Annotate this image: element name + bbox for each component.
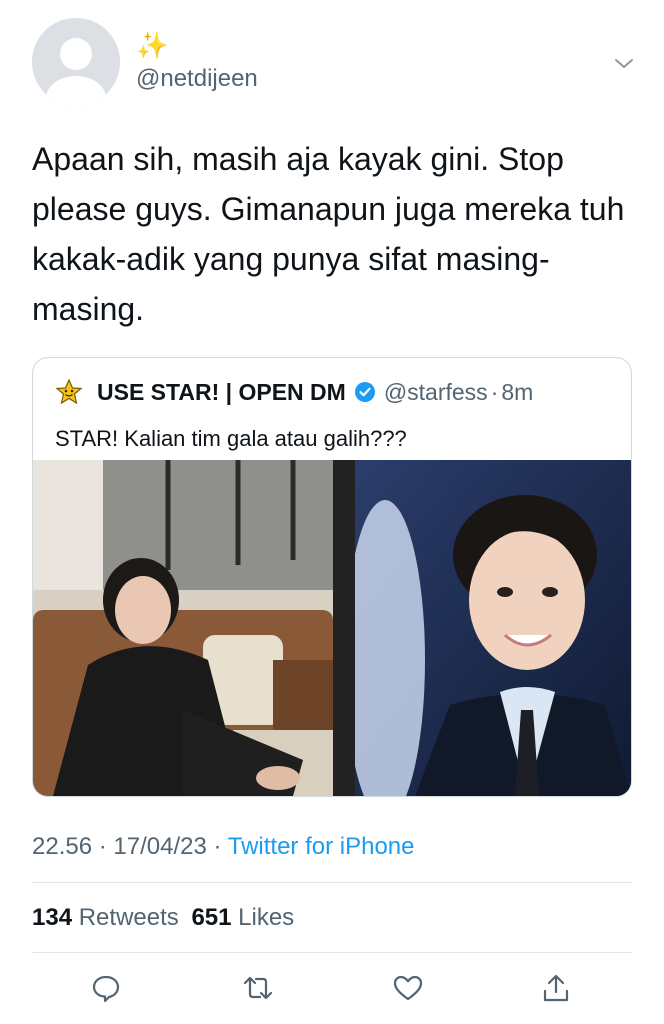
retweet-icon[interactable]	[242, 972, 274, 1004]
meta-separator: ·	[213, 833, 228, 860]
tweet-timestamp: 22.56 · 17/04/23 · Twitter for iPhone	[32, 830, 414, 864]
user-handle[interactable]: @netdijeen	[136, 64, 258, 94]
photo-right[interactable]	[355, 460, 631, 796]
tweet-stats: 134 Retweets 651 Likes	[32, 901, 294, 935]
divider	[32, 882, 632, 883]
verified-badge-icon	[354, 381, 376, 403]
quoted-handle[interactable]: @starfess	[384, 379, 488, 406]
quoted-media[interactable]	[33, 460, 631, 796]
tweet-date[interactable]: 17/04/23	[113, 833, 206, 860]
star-icon	[55, 378, 83, 406]
heart-icon[interactable]	[392, 972, 424, 1004]
photo-left[interactable]	[33, 460, 333, 796]
tweet-source-link[interactable]: Twitter for iPhone	[228, 833, 415, 860]
quoted-tweet[interactable]: USE STAR! | OPEN DM @starfess · 8m STAR!…	[32, 357, 632, 797]
retweets-label[interactable]: Retweets	[79, 904, 179, 931]
photo-divider	[333, 460, 355, 796]
quoted-separator: ·	[490, 378, 499, 405]
display-name[interactable]: ✨	[136, 30, 168, 60]
share-icon[interactable]	[540, 972, 572, 1004]
retweets-count[interactable]: 134	[32, 904, 72, 931]
meta-separator: ·	[98, 833, 114, 860]
quoted-age: 8m	[501, 378, 534, 405]
quoted-tweet-header: USE STAR! | OPEN DM @starfess · 8m	[55, 376, 533, 408]
quoted-tweet-text: STAR! Kalian tim gala atau galih???	[55, 426, 407, 451]
tweet-text: Apaan sih, masih aja kayak gini. Stop pl…	[32, 141, 634, 327]
quoted-display-name[interactable]: USE STAR! | OPEN DM	[97, 379, 346, 406]
divider	[32, 952, 632, 953]
tweet-header: ✨ @netdijeen	[32, 18, 636, 106]
tweet-actions	[32, 966, 632, 1010]
likes-count[interactable]: 651	[191, 904, 231, 931]
default-avatar-icon[interactable]	[32, 18, 120, 106]
likes-label[interactable]: Likes	[238, 904, 294, 931]
chevron-down-icon[interactable]	[612, 52, 636, 76]
reply-icon[interactable]	[90, 972, 122, 1004]
tweet-time[interactable]: 22.56	[32, 833, 92, 860]
